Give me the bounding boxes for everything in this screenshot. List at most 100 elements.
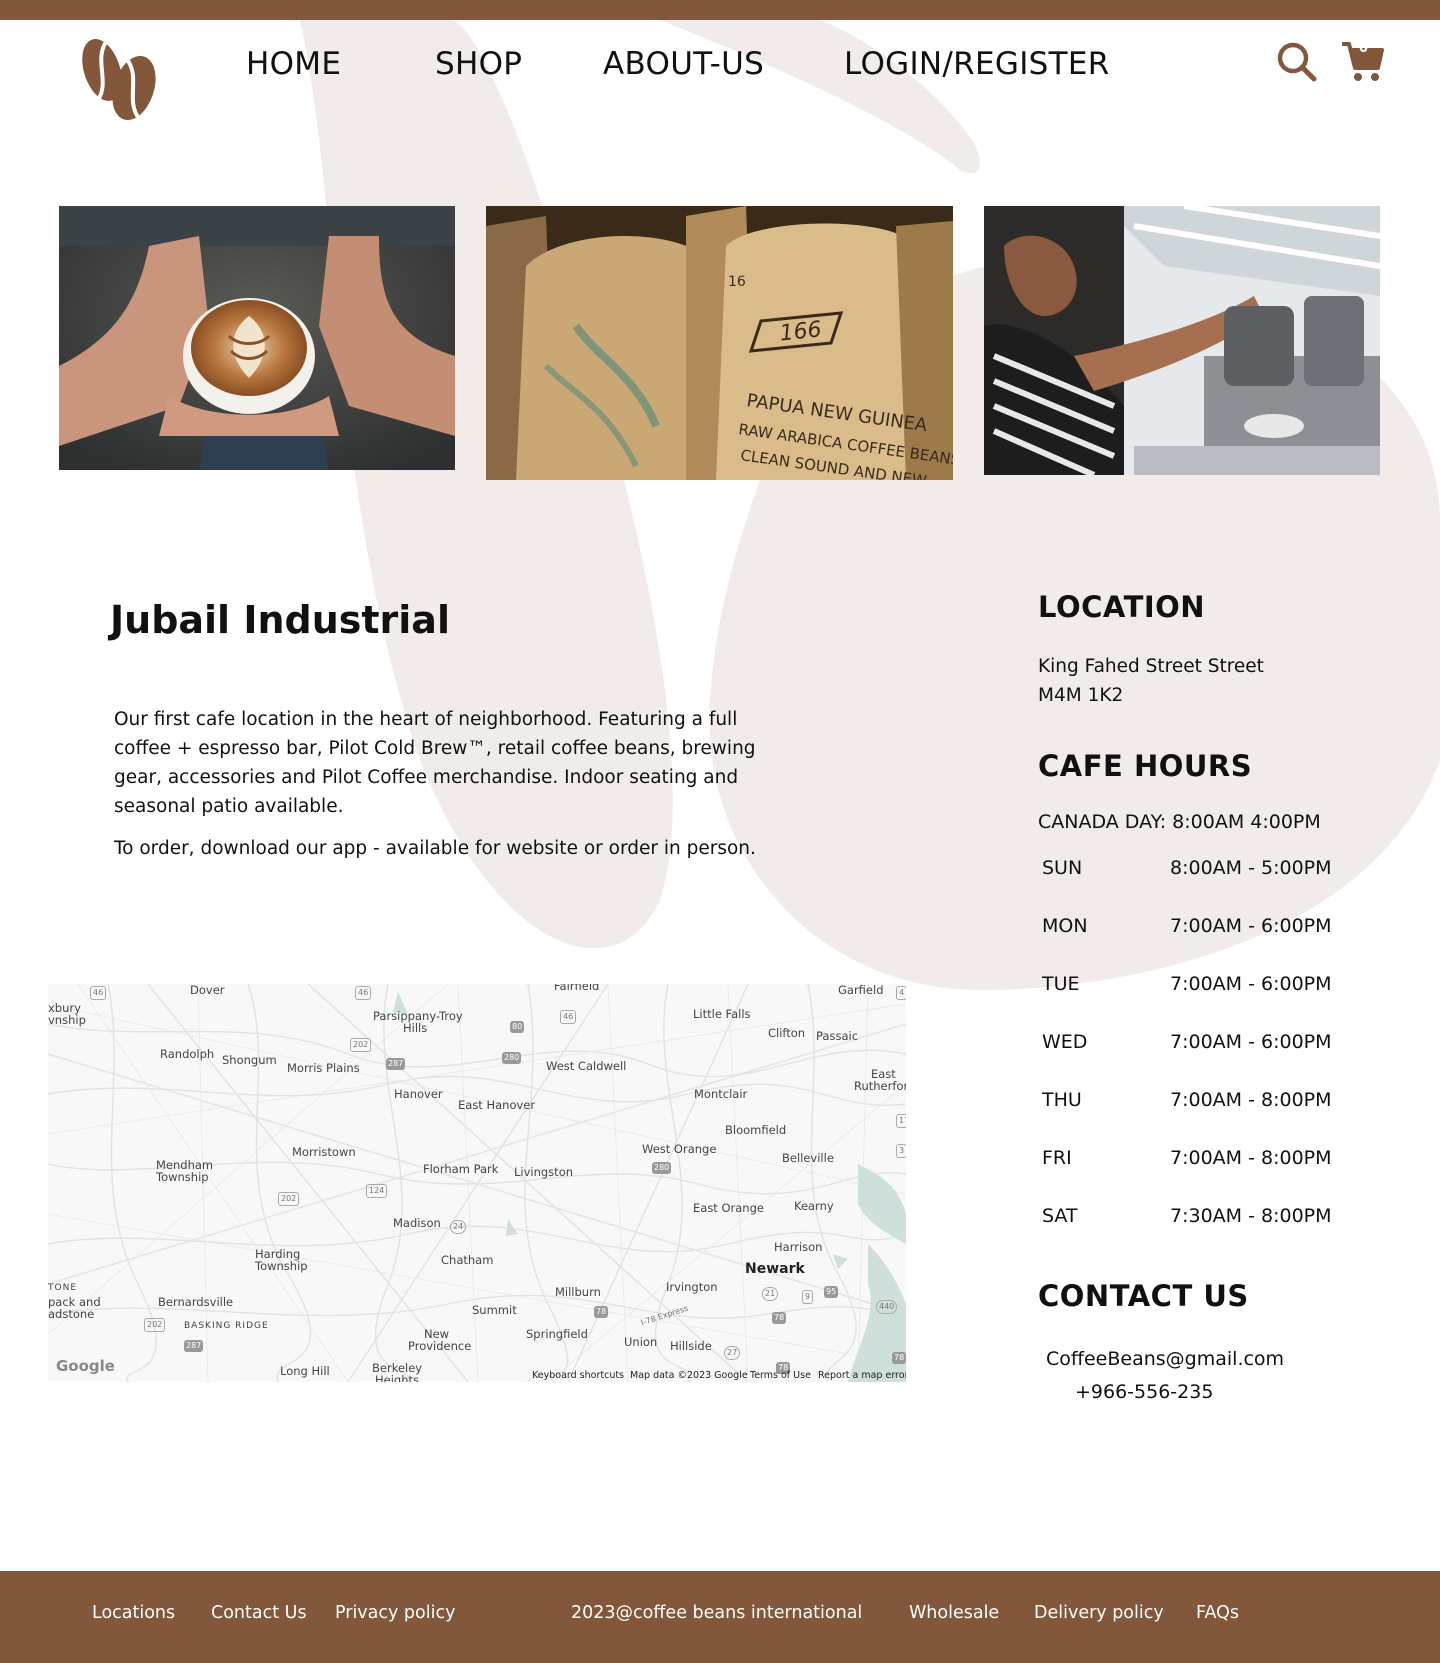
hours-time: 7:00AM - 6:00PM: [1170, 1031, 1332, 1053]
map-place: Heights: [375, 1373, 420, 1382]
map-place: Hillside: [670, 1339, 712, 1353]
address-line-1: King Fahed Street Street: [1038, 656, 1264, 677]
route-shield: 202: [350, 1038, 372, 1052]
hours-day: FRI: [1042, 1147, 1072, 1169]
hours-day: THU: [1042, 1089, 1082, 1111]
route-shield: 80: [510, 1021, 525, 1033]
route-shield: 3: [896, 1144, 906, 1158]
route-shield: 17: [896, 1114, 906, 1128]
route-shield: 78: [892, 1352, 906, 1364]
site-footer: Locations Contact Us Privacy policy 2023…: [0, 1571, 1440, 1663]
footer-link-locations[interactable]: Locations: [92, 1603, 175, 1623]
map-report-error-link[interactable]: Report a map error: [818, 1370, 906, 1381]
footer-link-contact-us[interactable]: Contact Us: [211, 1603, 307, 1623]
map-place: Belleville: [782, 1151, 834, 1165]
map-place: Livingston: [514, 1165, 574, 1179]
location-map[interactable]: Dover xbury vnship Parsippany-Troy Hills…: [48, 984, 906, 1382]
route-shield: 78: [772, 1312, 787, 1324]
map-place: Clifton: [768, 1026, 806, 1040]
route-shield: 24: [450, 1220, 467, 1234]
map-terms-link[interactable]: Terms of Use: [750, 1370, 811, 1381]
map-place: vnship: [48, 1013, 86, 1027]
cart-icon[interactable]: 0: [1340, 40, 1384, 84]
coffee-beans-logo[interactable]: [76, 30, 162, 126]
route-shield: 440: [876, 1300, 898, 1314]
contact-us-heading: CONTACT US: [1038, 1279, 1249, 1313]
map-place: Millburn: [555, 1285, 601, 1299]
map-place: Montclair: [694, 1087, 748, 1101]
map-place: Providence: [408, 1339, 472, 1353]
google-logo: Google: [56, 1357, 115, 1375]
map-place: BASKING RIDGE: [184, 1321, 269, 1331]
contact-email-link[interactable]: CoffeeBeans@gmail.com: [1046, 1348, 1284, 1370]
map-place: Union: [624, 1335, 658, 1349]
contact-phone-link[interactable]: +966-556-235: [1075, 1381, 1213, 1403]
hours-row-mon: MON 7:00AM - 6:00PM: [1042, 915, 1332, 945]
route-shield: 280: [502, 1052, 522, 1064]
map-place: Irvington: [666, 1280, 718, 1294]
latte-art-cup-photo: [59, 206, 455, 470]
route-shield: 46: [90, 986, 107, 1000]
map-place: Hills: [403, 1021, 428, 1035]
map-place: Little Falls: [693, 1007, 751, 1021]
nav-login-register[interactable]: LOGIN/REGISTER: [844, 46, 1110, 82]
route-shield: 78: [594, 1306, 609, 1318]
hours-time: 7:00AM - 6:00PM: [1170, 915, 1332, 937]
map-place: Randolph: [160, 1047, 215, 1061]
footer-link-wholesale[interactable]: Wholesale: [909, 1603, 999, 1623]
map-place: Chatham: [441, 1253, 494, 1267]
barista-espresso-machine-photo: [984, 206, 1380, 475]
special-day-hours: CANADA DAY: 8:00AM 4:00PM: [1038, 811, 1321, 833]
map-place: Dover: [190, 984, 225, 997]
footer-link-privacy-policy[interactable]: Privacy policy: [335, 1603, 455, 1623]
map-place: Long Hill: [280, 1364, 330, 1378]
map-place: Garfield: [838, 984, 884, 997]
map-place: Township: [255, 1259, 308, 1273]
map-place: Fairfield: [554, 984, 600, 993]
hours-day: SUN: [1042, 857, 1083, 879]
route-shield: 46: [560, 1010, 577, 1024]
hours-row-tue: TUE 7:00AM - 6:00PM: [1042, 973, 1332, 1003]
cart-count-badge: 0: [1359, 41, 1369, 56]
hours-row-thu: THU 7:00AM - 8:00PM: [1042, 1089, 1332, 1119]
search-icon[interactable]: [1277, 42, 1317, 82]
footer-link-faqs[interactable]: FAQs: [1196, 1603, 1239, 1623]
map-place: East Hanover: [458, 1098, 536, 1112]
sack-number-label-2: 16: [728, 274, 746, 290]
map-place: Florham Park: [423, 1162, 499, 1176]
footer-link-delivery-policy[interactable]: Delivery policy: [1034, 1603, 1164, 1623]
route-shield: 46: [355, 986, 372, 1000]
hours-row-sun: SUN 8:00AM - 5:00PM: [1042, 857, 1332, 887]
route-shield: 287: [386, 1058, 406, 1070]
order-note: To order, download our app - available f…: [114, 838, 756, 859]
map-place: East Orange: [693, 1201, 764, 1215]
route-shield: 124: [366, 1184, 388, 1198]
map-place: West Orange: [642, 1142, 717, 1156]
nav-about-us[interactable]: ABOUT-US: [603, 46, 764, 82]
hours-row-fri: FRI 7:00AM - 8:00PM: [1042, 1147, 1332, 1177]
map-place: adstone: [48, 1307, 95, 1321]
map-place: Newark: [745, 1261, 805, 1277]
hours-day: SAT: [1042, 1205, 1078, 1227]
hours-time: 7:00AM - 8:00PM: [1170, 1089, 1332, 1111]
map-place: Shongum: [222, 1053, 277, 1067]
map-place: Morristown: [292, 1145, 356, 1159]
site-header: HOME SHOP ABOUT-US LOGIN/REGISTER 0: [0, 20, 1440, 140]
sack-number-label: 166: [778, 317, 822, 346]
map-place: Rutherford: [854, 1079, 906, 1093]
footer-copyright: 2023@coffee beans international: [571, 1603, 863, 1623]
map-keyboard-shortcuts-link[interactable]: Keyboard shortcuts: [532, 1370, 624, 1381]
hours-day: TUE: [1042, 973, 1080, 995]
route-shield: 4: [896, 986, 906, 1000]
nav-home[interactable]: HOME: [246, 46, 341, 82]
route-shield: 202: [144, 1318, 166, 1332]
map-place: West Caldwell: [546, 1059, 627, 1073]
map-place: Hanover: [394, 1087, 443, 1101]
route-shield: 21: [762, 1287, 779, 1301]
coffee-sacks-photo: 166 16 PAPUA NEW GUINEA RAW ARABICA COFF…: [486, 206, 953, 480]
hours-day: MON: [1042, 915, 1088, 937]
route-shield: 280: [652, 1162, 672, 1174]
map-place: Springfield: [526, 1327, 588, 1341]
nav-shop[interactable]: SHOP: [435, 46, 522, 82]
hours-day: WED: [1042, 1031, 1088, 1053]
